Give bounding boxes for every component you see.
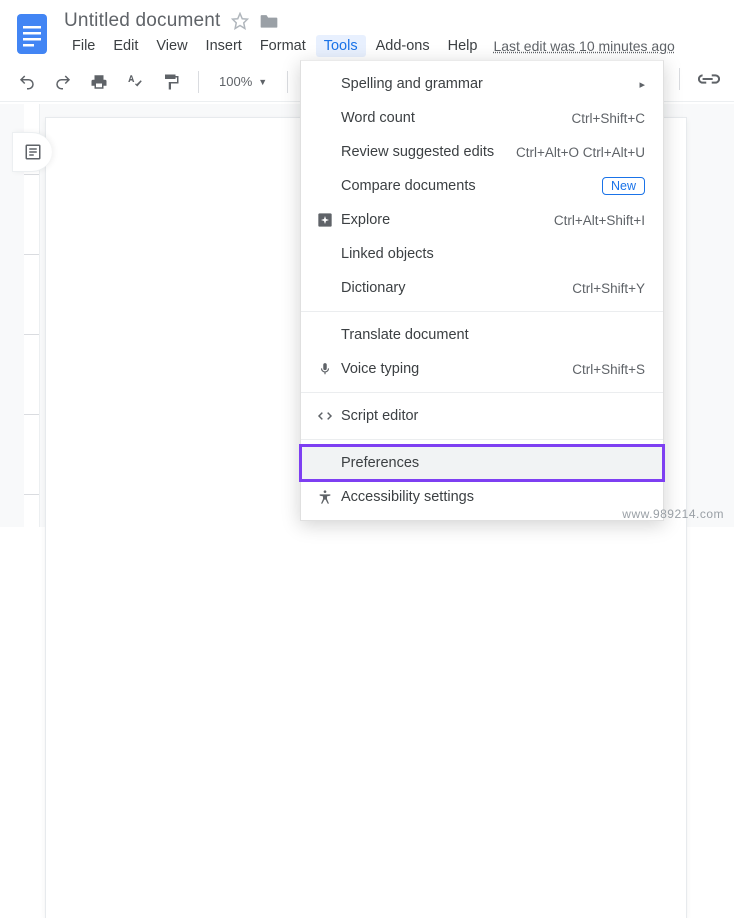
separator bbox=[287, 71, 288, 93]
tools-item-translate-document[interactable]: Translate document bbox=[301, 318, 663, 352]
mic-icon bbox=[313, 360, 337, 378]
menu-file[interactable]: File bbox=[64, 35, 103, 57]
tools-item-linked-objects[interactable]: Linked objects bbox=[301, 237, 663, 271]
menu-insert[interactable]: Insert bbox=[198, 35, 250, 57]
menu-item-label: Voice typing bbox=[337, 361, 572, 377]
watermark: www.989214.com bbox=[622, 507, 724, 521]
move-folder-icon[interactable] bbox=[259, 12, 279, 30]
print-button[interactable] bbox=[86, 69, 112, 95]
menu-separator bbox=[301, 392, 663, 393]
menu-separator bbox=[301, 311, 663, 312]
menubar: File Edit View Insert Format Tools Add-o… bbox=[64, 34, 722, 58]
menu-item-label: Script editor bbox=[337, 408, 645, 424]
tools-item-preferences[interactable]: Preferences bbox=[301, 446, 663, 480]
menu-item-shortcut: Ctrl+Shift+C bbox=[571, 111, 645, 126]
menu-tools[interactable]: Tools bbox=[316, 35, 366, 57]
menu-item-shortcut: Ctrl+Alt+Shift+I bbox=[554, 213, 645, 228]
new-badge: New bbox=[602, 177, 645, 195]
menu-item-shortcut: Ctrl+Shift+Y bbox=[572, 281, 645, 296]
spellcheck-button[interactable] bbox=[122, 69, 148, 95]
menu-item-label: Compare documents bbox=[337, 178, 602, 194]
tools-item-accessibility-settings[interactable]: Accessibility settings bbox=[301, 480, 663, 514]
paint-format-button[interactable] bbox=[158, 69, 184, 95]
zoom-value: 100% bbox=[219, 74, 252, 89]
menu-item-label: Preferences bbox=[337, 455, 645, 471]
tools-item-word-count[interactable]: Word countCtrl+Shift+C bbox=[301, 101, 663, 135]
tools-item-explore[interactable]: ExploreCtrl+Alt+Shift+I bbox=[301, 203, 663, 237]
menu-item-label: Accessibility settings bbox=[337, 489, 645, 505]
tools-item-review-suggested-edits[interactable]: Review suggested editsCtrl+Alt+O Ctrl+Al… bbox=[301, 135, 663, 169]
menu-item-label: Dictionary bbox=[337, 280, 572, 296]
menu-format[interactable]: Format bbox=[252, 35, 314, 57]
script-icon bbox=[313, 409, 337, 423]
redo-button[interactable] bbox=[50, 69, 76, 95]
separator bbox=[679, 68, 680, 90]
menu-item-label: Spelling and grammar bbox=[337, 76, 639, 92]
insert-link-button[interactable] bbox=[696, 66, 722, 92]
menu-edit[interactable]: Edit bbox=[105, 35, 146, 57]
accessibility-icon bbox=[313, 488, 337, 506]
tools-item-voice-typing[interactable]: Voice typingCtrl+Shift+S bbox=[301, 352, 663, 386]
tools-menu-dropdown: Spelling and grammar▸Word countCtrl+Shif… bbox=[300, 60, 664, 521]
undo-button[interactable] bbox=[14, 69, 40, 95]
menu-item-shortcut: Ctrl+Alt+O Ctrl+Alt+U bbox=[516, 145, 645, 160]
menu-separator bbox=[301, 439, 663, 440]
last-edit-link[interactable]: Last edit was 10 minutes ago bbox=[487, 38, 674, 54]
menu-item-label: Explore bbox=[337, 212, 554, 228]
menu-item-label: Linked objects bbox=[337, 246, 645, 262]
explore-icon bbox=[313, 212, 337, 228]
tools-item-script-editor[interactable]: Script editor bbox=[301, 399, 663, 433]
tools-item-spelling-and-grammar[interactable]: Spelling and grammar▸ bbox=[301, 67, 663, 101]
menu-item-label: Word count bbox=[337, 110, 571, 126]
document-title[interactable]: Untitled document bbox=[64, 10, 221, 32]
tools-item-dictionary[interactable]: DictionaryCtrl+Shift+Y bbox=[301, 271, 663, 305]
menu-item-label: Translate document bbox=[337, 327, 645, 343]
separator bbox=[198, 71, 199, 93]
zoom-select[interactable]: 100% ▼ bbox=[213, 74, 273, 89]
menu-addons[interactable]: Add-ons bbox=[368, 35, 438, 57]
chevron-down-icon: ▼ bbox=[258, 77, 267, 87]
document-outline-toggle[interactable] bbox=[12, 132, 52, 172]
menu-item-label: Review suggested edits bbox=[337, 144, 516, 160]
star-icon[interactable] bbox=[231, 12, 249, 30]
menu-item-shortcut: Ctrl+Shift+S bbox=[572, 362, 645, 377]
tools-item-compare-documents[interactable]: Compare documentsNew bbox=[301, 169, 663, 203]
menu-view[interactable]: View bbox=[148, 35, 195, 57]
docs-logo[interactable] bbox=[12, 10, 52, 58]
submenu-arrow-icon: ▸ bbox=[639, 78, 645, 91]
menu-help[interactable]: Help bbox=[440, 35, 486, 57]
